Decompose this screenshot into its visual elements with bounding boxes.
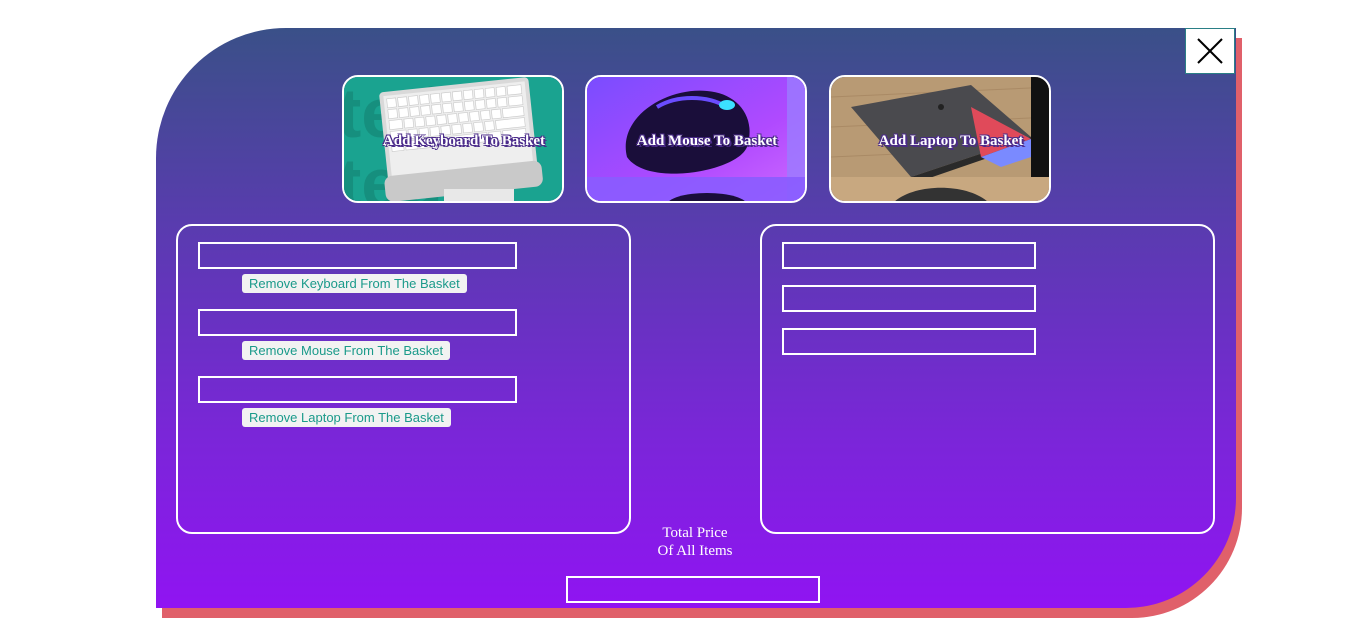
remove-mouse-button[interactable]: Remove Mouse From The Basket (242, 341, 451, 360)
close-button[interactable] (1185, 28, 1235, 74)
total-label-line1: Total Price (662, 525, 728, 541)
total-price-field[interactable] (566, 576, 820, 603)
mouse-count-field[interactable] (198, 309, 517, 336)
close-icon (1197, 38, 1223, 64)
total-price-label: Total Price Of All Items (640, 524, 750, 560)
laptop-price-field[interactable] (782, 328, 1036, 355)
add-laptop-label: Add Laptop To Basket (878, 133, 1024, 149)
add-mouse-button[interactable]: Add Mouse To Basket (585, 75, 807, 203)
total-label-line2: Of All Items (657, 543, 733, 559)
laptop-count-field[interactable] (198, 376, 517, 403)
keyboard-count-field[interactable] (198, 242, 517, 269)
basket-panel: Remove Keyboard From The Basket Remove M… (176, 224, 631, 534)
keyboard-price-field[interactable] (782, 242, 1036, 269)
add-mouse-label: Add Mouse To Basket (636, 133, 778, 149)
add-keyboard-button[interactable]: ted ted Add Keyboard To Basket (342, 75, 564, 203)
add-laptop-button[interactable]: Add Laptop To Basket (829, 75, 1051, 203)
remove-keyboard-button[interactable]: Remove Keyboard From The Basket (242, 274, 467, 293)
mouse-price-field[interactable] (782, 285, 1036, 312)
remove-laptop-button[interactable]: Remove Laptop From The Basket (242, 408, 451, 427)
prices-panel (760, 224, 1215, 534)
add-keyboard-label: Add Keyboard To Basket (382, 133, 546, 149)
